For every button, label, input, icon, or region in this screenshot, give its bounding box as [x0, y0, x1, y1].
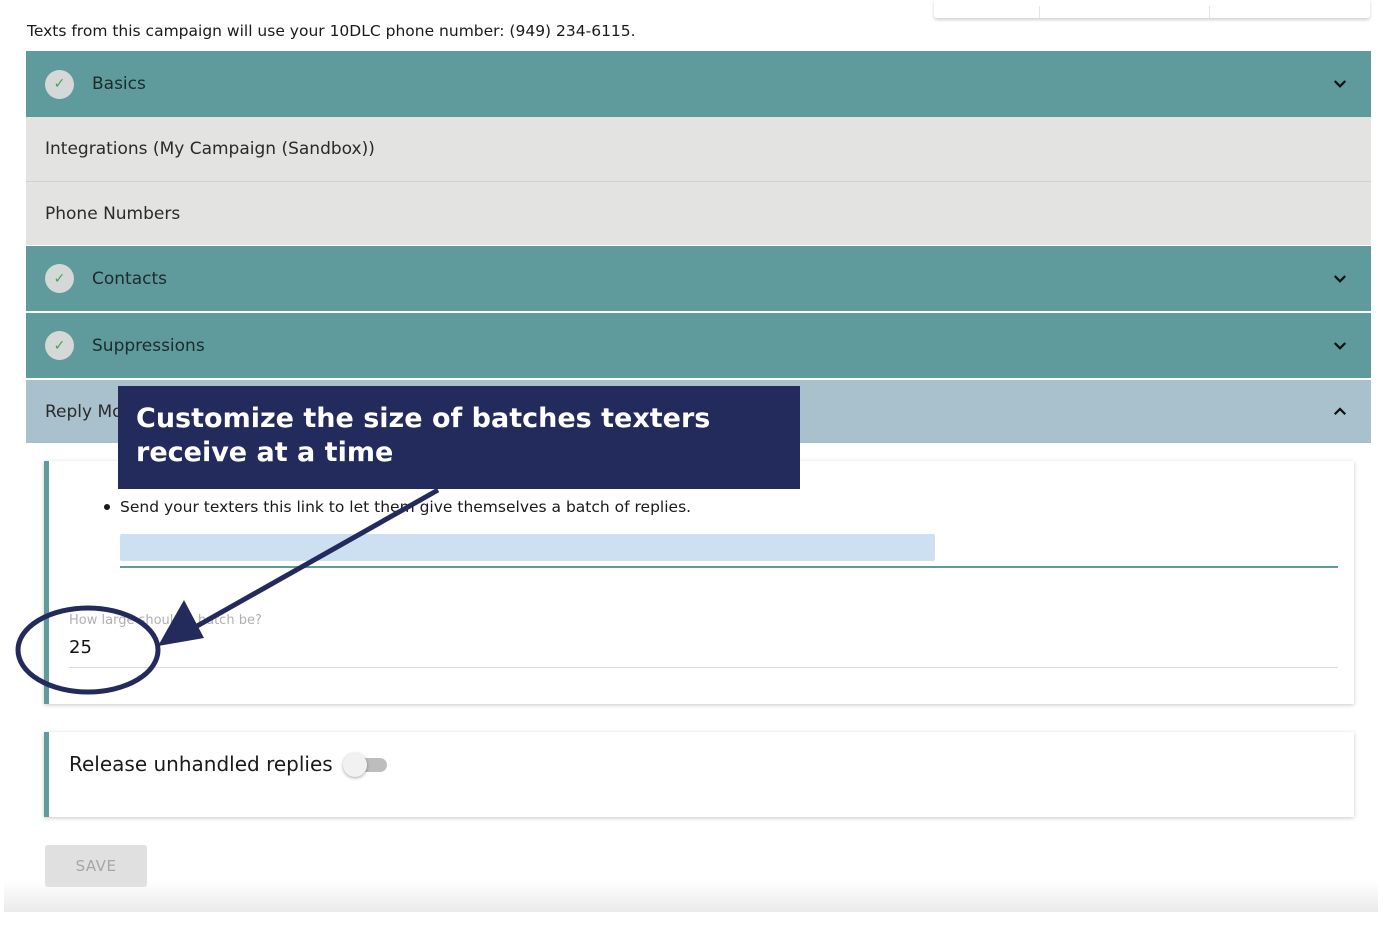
link-text-selection — [120, 534, 935, 561]
toolbar-divider — [1039, 6, 1040, 18]
callout-line-2: receive at a time — [136, 437, 394, 468]
panel-reply-mode-label: Reply Mo — [45, 401, 123, 422]
panel-suppressions[interactable]: ✓ Suppressions — [26, 313, 1371, 378]
panel-phone-numbers[interactable]: Phone Numbers — [26, 182, 1371, 245]
check-icon: ✓ — [45, 331, 74, 360]
chevron-down-icon[interactable] — [1331, 337, 1349, 355]
panel-contacts-label: Contacts — [92, 268, 167, 289]
check-icon: ✓ — [45, 264, 74, 293]
reply-batch-card: Send your texters this link to let them … — [44, 461, 1354, 704]
bullet-text: Send your texters this link to let them … — [120, 498, 692, 516]
panel-integrations-label: Integrations (My Campaign (Sandbox)) — [45, 139, 375, 159]
panel-basics-label: Basics — [92, 74, 146, 94]
release-replies-card: Release unhandled replies — [44, 732, 1354, 817]
callout-line-1: Customize the size of batches texters — [136, 403, 711, 434]
chevron-down-icon[interactable] — [1331, 270, 1349, 288]
bullet-dot — [104, 504, 110, 510]
annotation-callout: Customize the size of batches texters re… — [118, 386, 800, 489]
batch-size-value[interactable]: 25 — [69, 637, 92, 658]
panel-basics[interactable]: ✓ Basics — [26, 51, 1371, 117]
check-icon: ✓ — [45, 69, 74, 99]
list-item: Send your texters this link to let them … — [104, 498, 691, 516]
release-replies-row: Release unhandled replies — [69, 752, 387, 777]
panel-phone-numbers-label: Phone Numbers — [45, 203, 181, 224]
chevron-down-icon[interactable] — [1331, 75, 1349, 93]
release-replies-label: Release unhandled replies — [69, 752, 333, 776]
panel-contacts[interactable]: ✓ Contacts — [26, 246, 1371, 311]
batch-size-label: How large should a batch be? — [69, 613, 262, 628]
phone-number-notice: Texts from this campaign will use your 1… — [27, 22, 636, 40]
bottom-shadow — [4, 880, 1378, 912]
panel-suppressions-label: Suppressions — [92, 335, 205, 356]
batch-link-field[interactable] — [120, 534, 1338, 568]
top-toolbar-stub — [934, 0, 1370, 18]
toggle-knob — [342, 753, 367, 777]
release-replies-toggle[interactable] — [342, 752, 387, 777]
panel-integrations[interactable]: Integrations (My Campaign (Sandbox)) — [26, 117, 1371, 181]
chevron-up-icon[interactable] — [1331, 403, 1349, 421]
toolbar-divider — [1209, 6, 1210, 18]
batch-size-input[interactable]: How large should a batch be? 25 — [69, 609, 1338, 668]
